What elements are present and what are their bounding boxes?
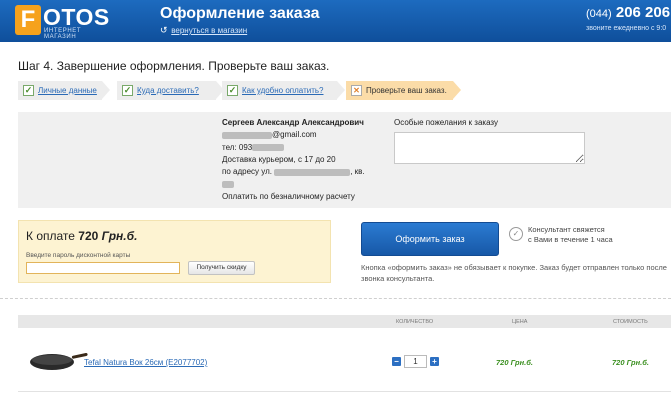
clock-icon: ✓ (509, 227, 523, 241)
step-title: Шаг 4. Завершение оформления. Проверьте … (18, 59, 330, 73)
section-divider (0, 298, 671, 299)
column-total: стоимость (613, 319, 648, 325)
back-to-shop-label: вернуться в магазин (171, 26, 248, 35)
consultant-note: Консультант свяжется с Вами в течение 1 … (528, 225, 613, 244)
check-icon: ✓ (122, 85, 133, 96)
logo-text: OTOS (43, 4, 110, 30)
redacted-text (222, 131, 272, 139)
wishes-label: Особые пожелания к заказу (394, 118, 499, 127)
logo[interactable]: F OTOS интернет магазин (15, 4, 115, 40)
phone-number: (044) 206 206 (586, 4, 670, 21)
amount-value: 720 (78, 229, 99, 243)
step-label: Как удобно оплатить? (242, 86, 324, 95)
cart-header: количество цена стоимость (18, 315, 671, 328)
order-summary: Сергеев Александр Александрович @gmail.c… (18, 112, 671, 208)
redacted-text (252, 143, 285, 151)
phone-hours: звоните ежедневно с 9:0 (586, 25, 667, 32)
order-disclaimer: Кнопка «оформить заказ» не обязывает к п… (361, 263, 667, 283)
quantity-decrease-button[interactable]: − (392, 357, 401, 366)
back-to-shop-link[interactable]: ↺ вернуться в магазин (160, 25, 247, 36)
discount-card-input[interactable] (26, 262, 180, 274)
site-header: F OTOS интернет магазин Оформление заказ… (0, 0, 671, 42)
step-label: Личные данные (38, 86, 97, 95)
redacted-text (274, 168, 351, 176)
redacted-text (222, 180, 234, 188)
step-label: Проверьте ваш заказ. (366, 86, 447, 95)
product-image (30, 352, 88, 370)
payment-box: К оплате 720 Грн.б. Введите пароль диско… (18, 220, 331, 283)
page-title: Оформление заказа (160, 5, 320, 22)
discount-label: Введите пароль дисконтной карты (26, 252, 131, 259)
logo-letter: F (15, 5, 41, 35)
step-personal-data[interactable]: ✓ Личные данные (18, 81, 110, 100)
address-extra (222, 178, 365, 190)
back-arrow-icon: ↺ (160, 25, 168, 35)
phone-code: (044) (586, 8, 612, 20)
phone-digits: 206 206 (615, 4, 671, 21)
column-price: цена (512, 319, 528, 325)
delivery-method: Доставка курьером, с 17 до 20 (222, 154, 336, 164)
amount-due: К оплате 720 Грн.б. (26, 229, 138, 243)
quantity-increase-button[interactable]: + (430, 357, 439, 366)
table-row: Tefal Natura Вок 26см (E2077702) − 1 + 7… (18, 335, 671, 389)
current-step-icon: ✕ (351, 85, 362, 96)
check-icon: ✓ (23, 85, 34, 96)
customer-details: Сергеев Александр Александрович @gmail.c… (222, 117, 365, 203)
amount-currency: Грн.б. (101, 229, 138, 243)
customer-name: Сергеев Александр Александрович (222, 118, 364, 127)
delivery-address: по адресу ул. , кв. (222, 167, 365, 177)
step-review-order: ✕ Проверьте ваш заказ. (346, 81, 461, 100)
customer-phone: тел: 093 (222, 142, 365, 154)
product-price: 720 Грн.б. (496, 358, 533, 367)
wishes-textarea[interactable] (394, 132, 585, 164)
column-quantity: количество (396, 319, 434, 325)
quantity-input[interactable]: 1 (404, 355, 427, 368)
step-delivery[interactable]: ✓ Куда доставить? (117, 81, 224, 100)
get-discount-button[interactable]: Получить скидку (188, 261, 255, 275)
step-payment-method[interactable]: ✓ Как удобно оплатить? (222, 81, 345, 100)
check-icon: ✓ (227, 85, 238, 96)
step-label: Куда доставить? (137, 86, 199, 95)
product-total: 720 Грн.б. (612, 358, 649, 367)
row-divider (18, 391, 671, 392)
logo-subtitle: интернет магазин (44, 28, 82, 40)
place-order-button[interactable]: Оформить заказ (361, 222, 499, 256)
payment-method: Оплатить по безналичному расчету (222, 191, 355, 201)
product-link[interactable]: Tefal Natura Вок 26см (E2077702) (84, 358, 207, 367)
customer-email: @gmail.com (222, 129, 365, 141)
